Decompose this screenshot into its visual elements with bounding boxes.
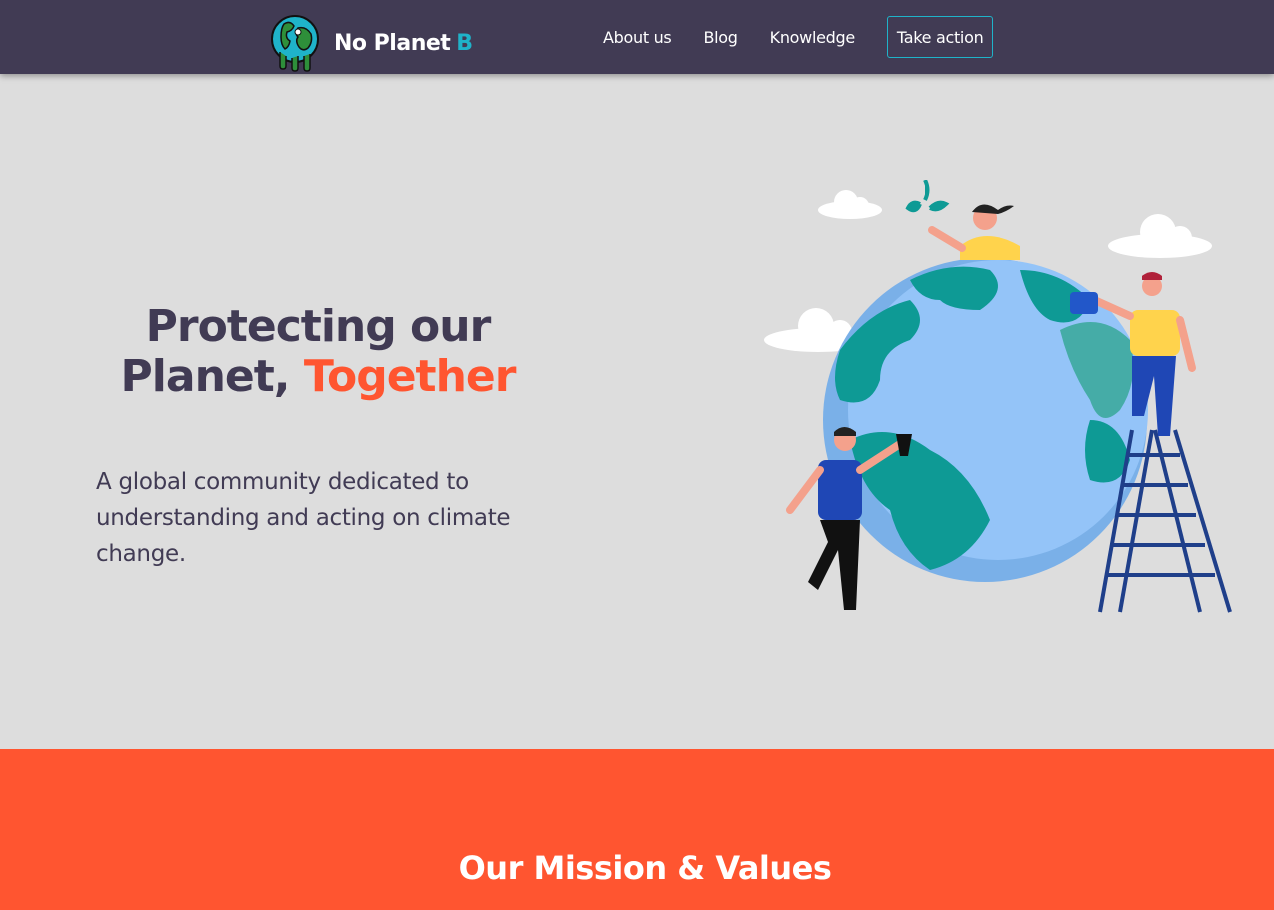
brand-suffix: B [456, 30, 473, 56]
nav-link-about-us[interactable]: About us [603, 28, 672, 47]
take-action-button[interactable]: Take action [886, 16, 994, 58]
logo-link[interactable]: No Planet B [270, 14, 473, 72]
globe-illustration [764, 180, 1232, 613]
hero-title-accent: Together [303, 351, 517, 402]
earth-logo-icon [271, 15, 319, 72]
brand-name: No Planet B [334, 30, 473, 56]
hero-subtitle: A global community dedicated to understa… [96, 469, 511, 567]
nav-link-blog[interactable]: Blog [703, 28, 737, 47]
nav-link-knowledge[interactable]: Knowledge [770, 28, 856, 47]
person-on-top [905, 180, 1020, 260]
mission-title: Our Mission & Values [458, 849, 832, 887]
nav-menu: About us Blog Knowledge Take action [603, 16, 994, 58]
hero-title-line1: Protecting our [145, 301, 492, 352]
hero-title: Protecting our Planet, Together [96, 302, 540, 402]
hero-title-line2: Planet, [120, 351, 291, 402]
mission-section: Our Mission & Values [0, 749, 1274, 910]
top-navbar: No Planet B About us Blog Knowledge Take … [0, 0, 1274, 74]
